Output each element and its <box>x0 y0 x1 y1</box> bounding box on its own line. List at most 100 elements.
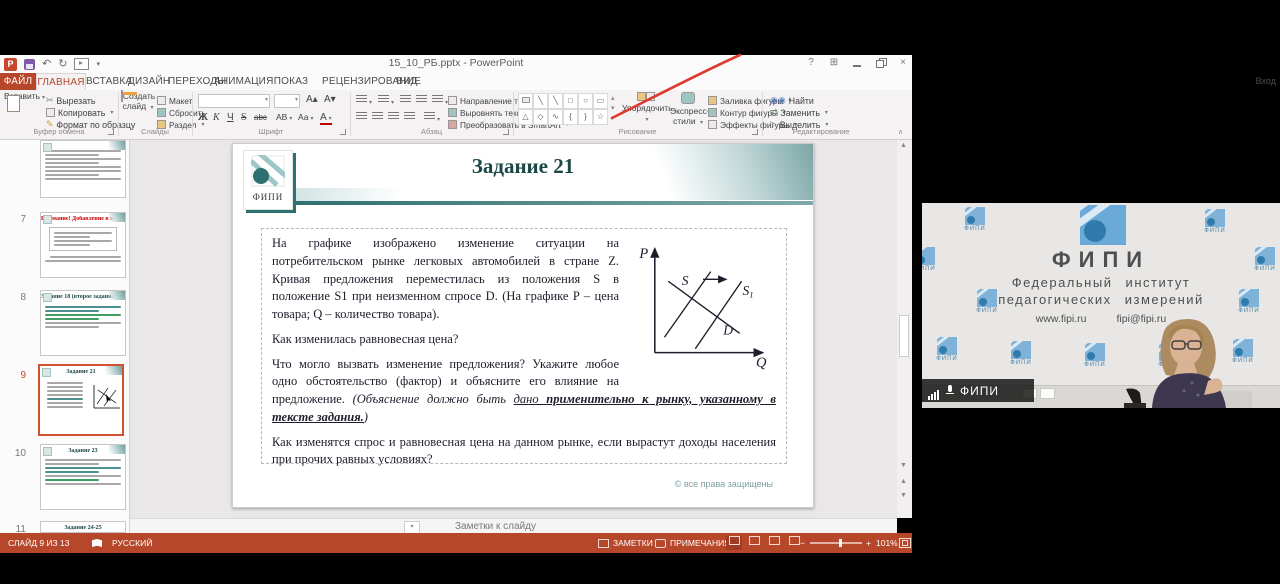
tab-animations[interactable]: АНИМАЦИЯ <box>214 73 260 90</box>
zoom-in-button[interactable]: + <box>866 533 871 553</box>
slide-thumbnail-11[interactable]: Задание 24-25 <box>40 521 126 533</box>
slide-thumbnail-9-selected[interactable]: Задание 21 <box>38 364 124 436</box>
scroll-down-icon[interactable]: ▼ <box>900 462 907 469</box>
slide-thumbnail-7[interactable]: Внимание! Добавление в инструкции! <box>40 212 126 278</box>
spellcheck-icon[interactable] <box>92 533 102 553</box>
fipi-watermark: ФИПИ <box>936 337 958 362</box>
tab-review[interactable]: РЕЦЕНЗИРОВАНИЕ <box>322 73 392 90</box>
shape-triangle-icon[interactable]: △ <box>518 109 533 125</box>
reading-view-button[interactable] <box>766 536 782 550</box>
character-spacing-button[interactable]: АВ <box>276 112 292 122</box>
help-button[interactable]: ? <box>804 56 818 70</box>
next-slide-icon[interactable]: ▼ <box>900 492 907 499</box>
supply-demand-graph: P Q S S1 D <box>631 235 776 370</box>
clipboard-dialog-launcher[interactable] <box>108 129 114 135</box>
slide-header-decoration <box>289 188 449 202</box>
font-size-select[interactable] <box>274 94 300 108</box>
comments-toggle[interactable]: ПРИМЕЧАНИЯ <box>655 533 730 553</box>
bullets-button[interactable] <box>356 95 372 107</box>
tab-insert[interactable]: ВСТАВКА <box>86 73 128 90</box>
subscript-button[interactable]: abc <box>254 113 267 122</box>
find-button[interactable]: ◉◉ Найти <box>770 95 814 106</box>
font-name-select[interactable] <box>198 94 270 108</box>
scroll-up-icon[interactable]: ▲ <box>900 142 907 149</box>
shapes-scroll-down-icon[interactable]: ▾ <box>611 104 615 112</box>
close-button[interactable]: × <box>896 56 910 70</box>
vertical-scrollbar[interactable]: ▲ ▼ ▲ ▼ <box>897 140 912 518</box>
collapse-ribbon-icon[interactable]: ∧ <box>898 128 903 136</box>
paste-button[interactable]: Вставить <box>4 92 42 102</box>
align-center-button[interactable] <box>372 112 383 124</box>
font-dialog-launcher[interactable] <box>340 129 346 135</box>
tab-view[interactable]: ВИД <box>392 73 422 90</box>
shape-diamond-icon[interactable]: ◇ <box>533 109 548 125</box>
new-slide-button[interactable]: Создать слайд <box>120 92 156 112</box>
normal-view-button[interactable] <box>726 536 742 550</box>
scrollbar-thumb[interactable] <box>899 315 909 357</box>
strikethrough-button[interactable]: S <box>241 112 247 123</box>
signal-bars-icon <box>928 382 940 400</box>
restore-button[interactable] <box>873 56 887 70</box>
drawing-dialog-launcher[interactable] <box>752 129 758 135</box>
previous-slide-icon[interactable]: ▲ <box>900 478 907 485</box>
shapes-gallery-more-icon[interactable]: ▾ <box>611 114 615 122</box>
tab-transitions[interactable]: ПЕРЕХОДЫ <box>168 73 214 90</box>
ribbon-display-options-button[interactable]: ⊞ <box>827 56 841 70</box>
align-left-button[interactable] <box>356 112 367 124</box>
minimize-button[interactable] <box>850 56 864 70</box>
slide-thumbnail-8[interactable]: Задание 18 (второе задание к тексту) <box>40 290 126 356</box>
webcam-video-feed[interactable]: ФИПИ ФИПИ ФИПИ ФИПИ ФИПИ ФИПИ ФИПИ ФИПИ … <box>922 203 1280 408</box>
shape-arrow-icon[interactable]: ╲ <box>548 93 563 109</box>
line-spacing-button[interactable] <box>432 95 448 107</box>
language-indicator[interactable]: РУССКИЙ <box>112 533 152 553</box>
replace-button[interactable]: ⇄ Заменить <box>770 107 828 118</box>
fit-slide-button[interactable] <box>899 533 911 553</box>
paragraph-dialog-launcher[interactable] <box>503 129 509 135</box>
underline-button[interactable]: Ч <box>227 112 234 123</box>
tab-file[interactable]: ФАЙЛ <box>0 73 36 90</box>
sign-in-link[interactable]: Вход <box>1256 76 1276 86</box>
shape-select-icon[interactable] <box>518 93 533 109</box>
shape-rectangle-icon[interactable]: □ <box>563 93 578 109</box>
slide-thumbnail-10[interactable]: Задание 23 <box>40 444 126 510</box>
layout-button[interactable]: Макет <box>157 95 201 106</box>
notes-toggle[interactable]: ЗАМЕТКИ <box>598 533 653 553</box>
slide-body-textbox[interactable]: P Q S S1 D На графике изображено изменен… <box>261 228 787 464</box>
slide-canvas[interactable]: ФИПИ Задание 21 P Q S S1 D <box>232 143 814 508</box>
copy-button[interactable]: Копировать <box>46 107 113 118</box>
decrease-indent-button[interactable] <box>400 95 411 107</box>
quick-styles-button[interactable]: Экспресс-стили <box>670 92 706 126</box>
shapes-scroll-up-icon[interactable]: ▴ <box>611 94 615 102</box>
shape-brace-right-icon[interactable]: } <box>578 109 593 125</box>
zoom-slider[interactable] <box>810 533 862 553</box>
align-right-button[interactable] <box>388 112 399 124</box>
bold-button[interactable]: Ж <box>198 112 208 123</box>
increase-indent-button[interactable] <box>416 95 427 107</box>
columns-button[interactable] <box>424 112 440 124</box>
shape-oval-icon[interactable]: ○ <box>578 93 593 109</box>
cut-button[interactable]: ✂ Вырезать <box>46 95 96 106</box>
zoom-level[interactable]: 101% <box>876 533 898 553</box>
shape-rounded-rect-icon[interactable]: ▭ <box>593 93 608 109</box>
change-case-button[interactable]: Аа <box>298 112 314 122</box>
zoom-out-button[interactable]: − <box>800 533 805 553</box>
tab-design[interactable]: ДИЗАЙН <box>128 73 168 90</box>
italic-button[interactable]: К <box>213 112 220 123</box>
numbering-button[interactable] <box>378 95 394 107</box>
shape-star-icon[interactable]: ☆ <box>593 109 608 125</box>
shape-brace-left-icon[interactable]: { <box>563 109 578 125</box>
zoom-slider-thumb[interactable] <box>839 539 842 547</box>
slide-thumbnail-6[interactable] <box>40 140 126 198</box>
speaker-person <box>1122 311 1252 408</box>
tab-home[interactable]: ГЛАВНАЯ <box>36 73 86 91</box>
slide-sorter-view-button[interactable] <box>746 536 762 550</box>
arrange-button[interactable]: Упорядочить <box>622 92 670 123</box>
tab-slideshow[interactable]: ПОКАЗ СЛАЙДОВ <box>260 73 322 90</box>
bullets-icon <box>356 95 367 104</box>
justify-button[interactable] <box>404 112 415 124</box>
shape-line-icon[interactable]: ╲ <box>533 93 548 109</box>
shape-curve-icon[interactable]: ∿ <box>548 109 563 125</box>
shrink-font-button[interactable]: А▾ <box>324 94 336 105</box>
grow-font-button[interactable]: А▴ <box>306 94 318 105</box>
font-color-button[interactable]: А <box>320 112 332 125</box>
